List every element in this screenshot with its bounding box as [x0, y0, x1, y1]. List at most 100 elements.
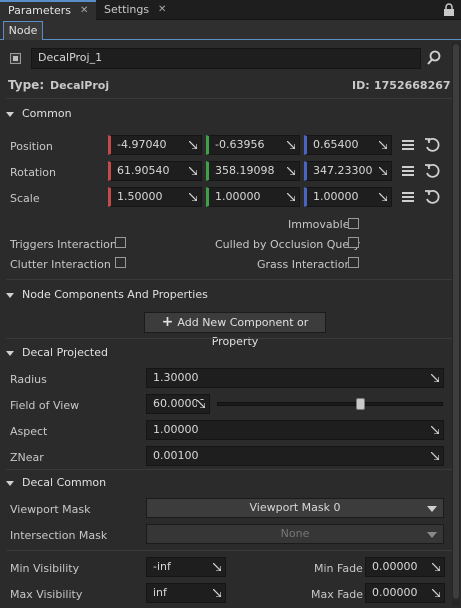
- immovable-label: Immovable: [288, 218, 350, 231]
- znear-label: ZNear: [10, 451, 44, 464]
- position-y-field[interactable]: -0.63956: [206, 135, 300, 155]
- expand-arrow-icon: [432, 563, 440, 571]
- section-decal-common-header[interactable]: Decal Common: [6, 472, 106, 494]
- fov-field[interactable]: 60.00000: [146, 394, 210, 414]
- dropdown-arrow-icon: [427, 506, 437, 512]
- rotation-x-field[interactable]: 61.90540: [108, 161, 202, 181]
- section-decal-projected-title: Decal Projected: [22, 346, 108, 359]
- position-x-field[interactable]: -4.97040: [108, 135, 202, 155]
- expand-arrow-icon: [189, 193, 197, 201]
- reset-icon[interactable]: [424, 163, 440, 179]
- expand-arrow-icon: [197, 400, 205, 408]
- position-x-value: -4.97040: [117, 138, 167, 151]
- section-components-header[interactable]: Node Components And Properties: [6, 284, 208, 306]
- sub-tab-bar: Node: [0, 20, 461, 40]
- section-common-title: Common: [22, 107, 72, 120]
- type-value: DecalProj: [50, 79, 110, 92]
- radius-field[interactable]: 1.30000: [146, 368, 444, 388]
- list-menu-icon[interactable]: [400, 137, 416, 153]
- divider: [6, 550, 452, 551]
- id-label: ID:: [352, 79, 370, 92]
- plus-icon: +: [161, 314, 174, 330]
- node-enabled-checkbox[interactable]: [10, 53, 21, 64]
- search-icon[interactable]: [426, 50, 442, 66]
- expand-arrow-icon: [213, 563, 221, 571]
- section-common-header[interactable]: Common: [6, 103, 72, 125]
- divider: [6, 279, 452, 280]
- viewport-mask-dropdown[interactable]: Viewport Mask 0: [146, 498, 444, 518]
- clutter-interaction-label: Clutter Interaction: [10, 258, 111, 271]
- fov-slider-track[interactable]: [217, 402, 443, 406]
- expand-arrow-icon: [213, 589, 221, 597]
- aspect-label: Aspect: [10, 425, 48, 438]
- aspect-value: 1.00000: [153, 423, 199, 436]
- section-decal-projected-header[interactable]: Decal Projected: [6, 342, 108, 364]
- triggers-interaction-checkbox[interactable]: [115, 237, 126, 248]
- min-fade-field[interactable]: 0.00000: [365, 557, 445, 577]
- scale-y-field[interactable]: 1.00000: [206, 187, 300, 207]
- divider: [6, 469, 452, 470]
- intersection-mask-dropdown[interactable]: None: [146, 524, 444, 544]
- close-icon[interactable]: ✕: [80, 2, 88, 19]
- clutter-interaction-checkbox[interactable]: [115, 257, 126, 268]
- expand-arrow-icon: [432, 589, 440, 597]
- viewport-mask-value: Viewport Mask 0: [249, 501, 341, 514]
- top-tab-bar: Parameters ✕ Settings ✕: [0, 0, 461, 20]
- expand-arrow-icon: [287, 167, 295, 175]
- max-fade-label: Max Fade: [311, 588, 364, 601]
- collapse-arrow-icon: [6, 111, 14, 117]
- position-z-value: 0.65400: [313, 138, 359, 151]
- node-name-input[interactable]: DecalProj_1: [31, 48, 421, 69]
- culled-occlusion-checkbox[interactable]: [348, 237, 359, 248]
- tab-parameters[interactable]: Parameters ✕: [0, 0, 96, 20]
- expand-arrow-icon: [379, 193, 387, 201]
- dropdown-arrow-icon: [427, 532, 437, 538]
- rotation-x-value: 61.90540: [117, 164, 170, 177]
- tab-settings[interactable]: Settings ✕: [96, 0, 172, 20]
- min-visibility-label: Min Visibility: [10, 562, 80, 575]
- rotation-y-value: 358.19098: [215, 164, 275, 177]
- intersection-mask-label: Intersection Mask: [10, 529, 108, 542]
- list-menu-icon[interactable]: [400, 189, 416, 205]
- add-component-button[interactable]: + Add New Component or Property: [144, 312, 326, 348]
- viewport-mask-label: Viewport Mask: [10, 503, 91, 516]
- expand-arrow-icon: [431, 374, 439, 382]
- tab-node[interactable]: Node: [3, 21, 43, 40]
- scrollbar-thumb[interactable]: [453, 44, 459, 599]
- expand-arrow-icon: [379, 141, 387, 149]
- close-icon[interactable]: ✕: [158, 0, 166, 20]
- scale-z-field[interactable]: 1.00000: [304, 187, 392, 207]
- immovable-checkbox[interactable]: [348, 218, 359, 229]
- grass-interaction-label: Grass Interaction: [257, 258, 352, 271]
- rotation-label: Rotation: [10, 166, 57, 179]
- max-fade-field[interactable]: 0.00000: [365, 583, 445, 603]
- scale-x-field[interactable]: 1.50000: [108, 187, 202, 207]
- expand-arrow-icon: [431, 452, 439, 460]
- fov-label: Field of View: [10, 399, 80, 412]
- fov-slider-thumb[interactable]: [355, 398, 365, 410]
- min-visibility-value: -inf: [153, 560, 171, 573]
- max-visibility-label: Max Visibility: [10, 588, 83, 601]
- grass-interaction-checkbox[interactable]: [348, 257, 359, 268]
- max-visibility-field[interactable]: inf: [146, 583, 226, 603]
- list-menu-icon[interactable]: [400, 163, 416, 179]
- reset-icon[interactable]: [424, 189, 440, 205]
- id-value: 1752668267: [374, 79, 451, 92]
- position-z-field[interactable]: 0.65400: [304, 135, 392, 155]
- collapse-arrow-icon: [6, 292, 14, 298]
- znear-field[interactable]: 0.00100: [146, 446, 444, 466]
- aspect-field[interactable]: 1.00000: [146, 420, 444, 440]
- lock-icon[interactable]: [443, 3, 455, 17]
- rotation-y-field[interactable]: 358.19098: [206, 161, 300, 181]
- intersection-mask-value: None: [280, 527, 310, 540]
- scale-x-value: 1.50000: [117, 190, 163, 203]
- reset-icon[interactable]: [424, 137, 440, 153]
- radius-value: 1.30000: [153, 371, 199, 384]
- section-decal-common-title: Decal Common: [22, 476, 107, 489]
- rotation-z-field[interactable]: 347.23300: [304, 161, 392, 181]
- scale-z-value: 1.00000: [313, 190, 359, 203]
- position-y-value: -0.63956: [215, 138, 265, 151]
- min-visibility-field[interactable]: -inf: [146, 557, 226, 577]
- type-label: Type:: [8, 78, 45, 92]
- position-label: Position: [10, 140, 53, 153]
